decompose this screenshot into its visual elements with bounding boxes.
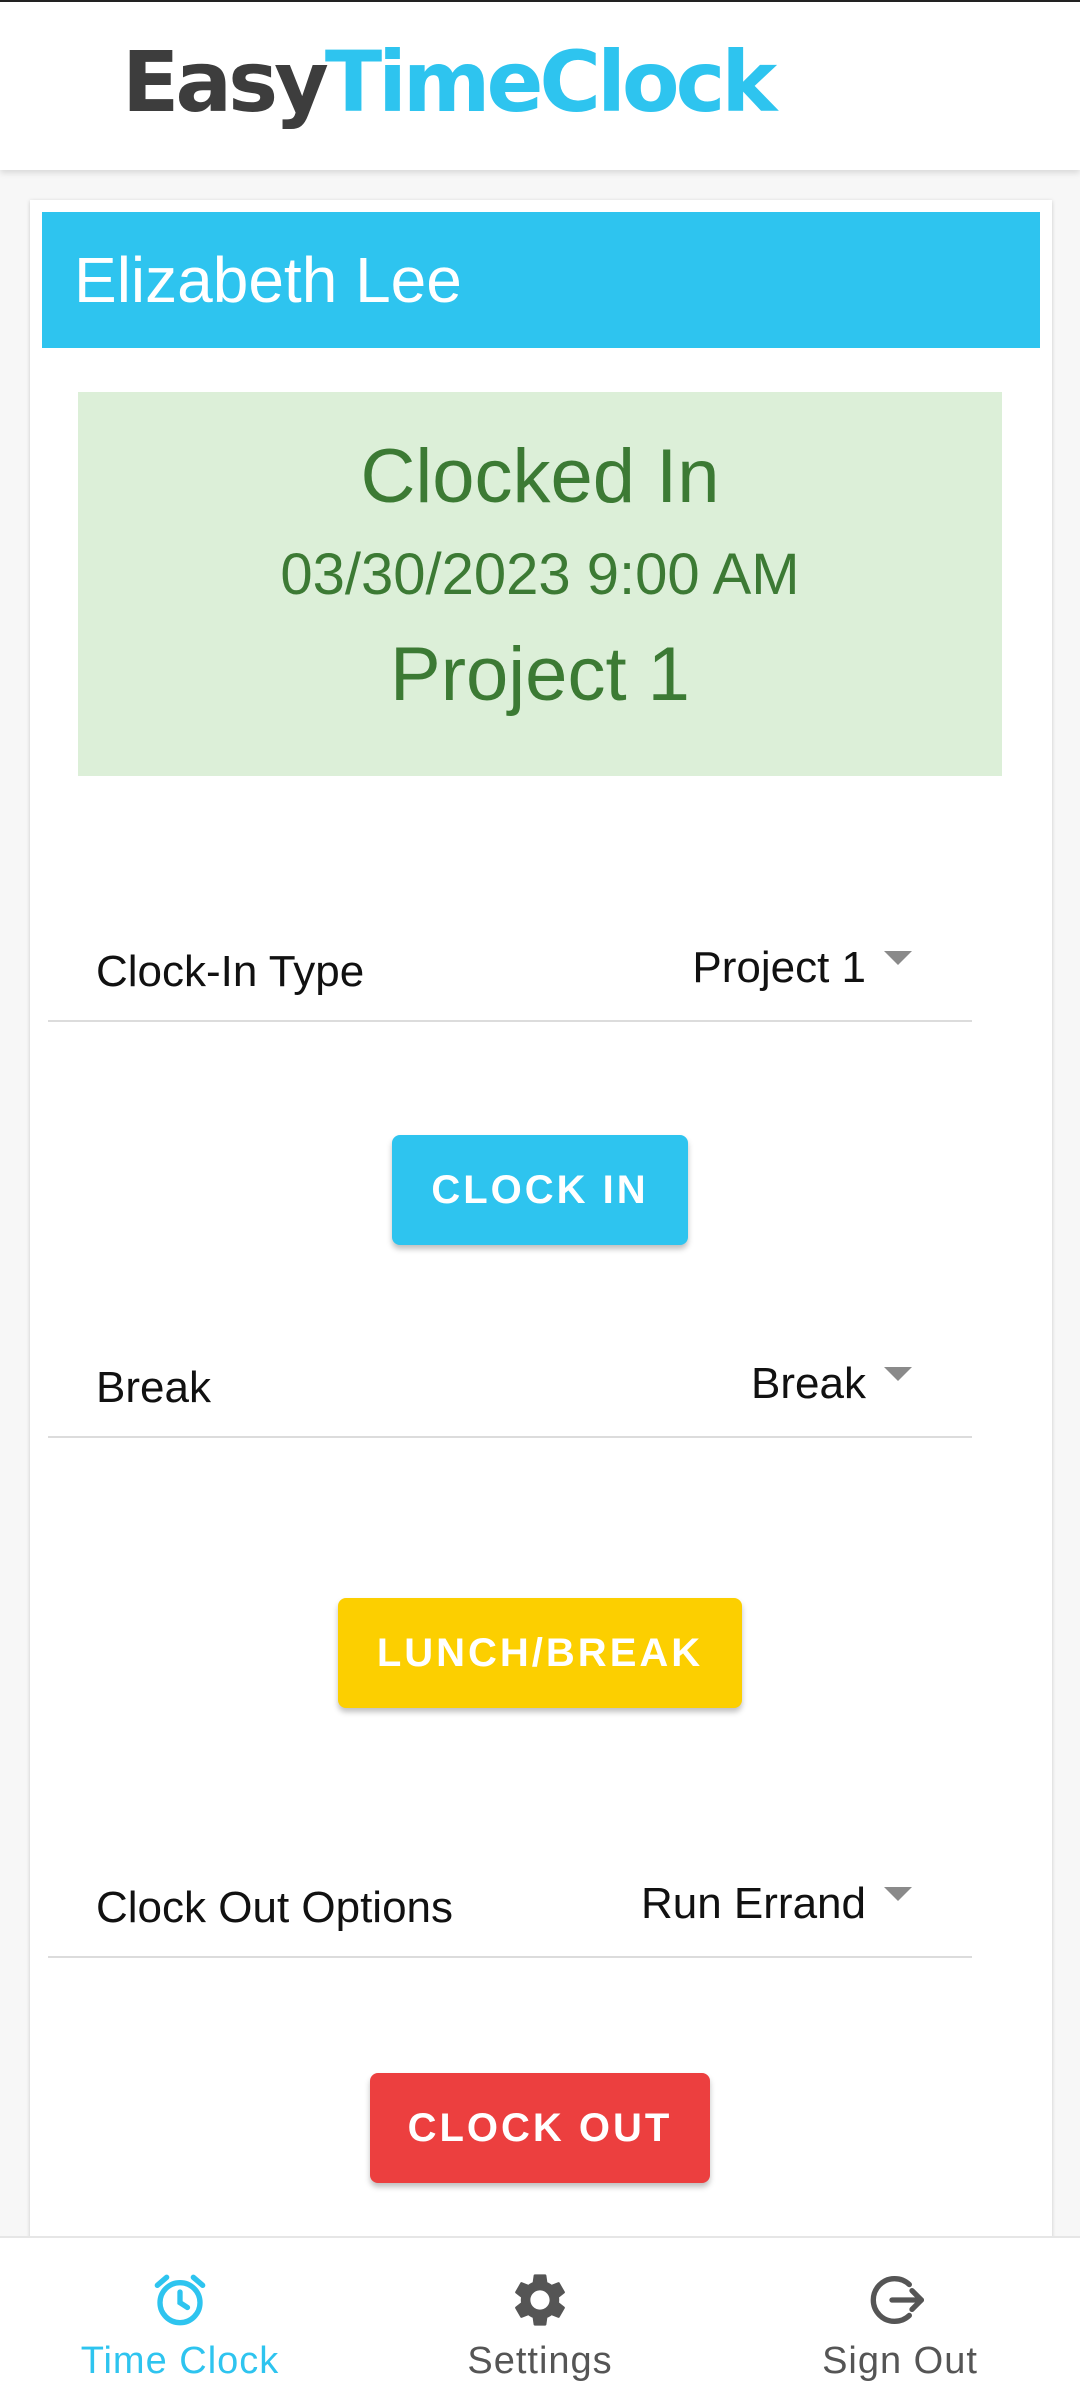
nav-settings-label: Settings bbox=[467, 2340, 613, 2382]
clock-status: Clocked In bbox=[360, 434, 720, 519]
gear-icon bbox=[515, 2274, 565, 2326]
clock-out-button[interactable]: CLOCK OUT bbox=[370, 2073, 710, 2183]
current-project: Project 1 bbox=[390, 632, 690, 717]
clock-in-button[interactable]: CLOCK IN bbox=[392, 1135, 688, 1245]
sign-out-icon bbox=[870, 2276, 924, 2324]
clock-out-options-value: Run Errand bbox=[640, 1879, 866, 1928]
lunch-break-button[interactable]: LUNCH/BREAK bbox=[338, 1598, 742, 1708]
nav-sign-out-label: Sign Out bbox=[822, 2340, 978, 2382]
app-header: EasyTimeClock bbox=[0, 0, 1080, 170]
break-value: Break bbox=[751, 1359, 866, 1408]
nav-sign-out[interactable]: Sign Out bbox=[770, 2238, 1030, 2406]
clock-in-type-label: Clock-In Type bbox=[96, 947, 365, 996]
clock-out-options-row: Clock Out Options Run Errand bbox=[48, 1878, 972, 1958]
nav-settings[interactable]: Settings bbox=[410, 2238, 670, 2406]
clock-out-options-select[interactable]: Run Errand bbox=[641, 1874, 912, 1934]
clock-status-panel: Clocked In 03/30/2023 9:00 AM Project 1 bbox=[78, 392, 1002, 776]
clock-out-options-label: Clock Out Options bbox=[96, 1883, 454, 1932]
app-logo: EasyTimeClock bbox=[122, 32, 777, 132]
logo-easy: Easy bbox=[122, 33, 329, 131]
bottom-navigation: Time Clock Settings Sign Out bbox=[0, 2236, 1080, 2404]
break-select[interactable]: Break bbox=[751, 1354, 912, 1414]
dropdown-arrow-icon bbox=[884, 1887, 912, 1901]
clock-in-type-row: Clock-In Type Project 1 bbox=[48, 942, 972, 1022]
dropdown-arrow-icon bbox=[884, 951, 912, 965]
employee-name: Elizabeth Lee bbox=[74, 244, 462, 316]
nav-time-clock-label: Time Clock bbox=[80, 2340, 280, 2382]
logo-timeclock: TimeClock bbox=[324, 33, 777, 131]
alarm-clock-icon bbox=[154, 2274, 206, 2326]
clock-in-type-value: Project 1 bbox=[692, 943, 866, 992]
employee-header: Elizabeth Lee bbox=[42, 212, 1040, 348]
dropdown-arrow-icon bbox=[884, 1367, 912, 1381]
break-label: Break bbox=[96, 1363, 211, 1412]
clock-in-type-select[interactable]: Project 1 bbox=[692, 938, 912, 998]
nav-time-clock[interactable]: Time Clock bbox=[50, 2238, 310, 2406]
clock-in-datetime: 03/30/2023 9:00 AM bbox=[280, 542, 800, 607]
break-row: Break Break bbox=[48, 1358, 972, 1438]
